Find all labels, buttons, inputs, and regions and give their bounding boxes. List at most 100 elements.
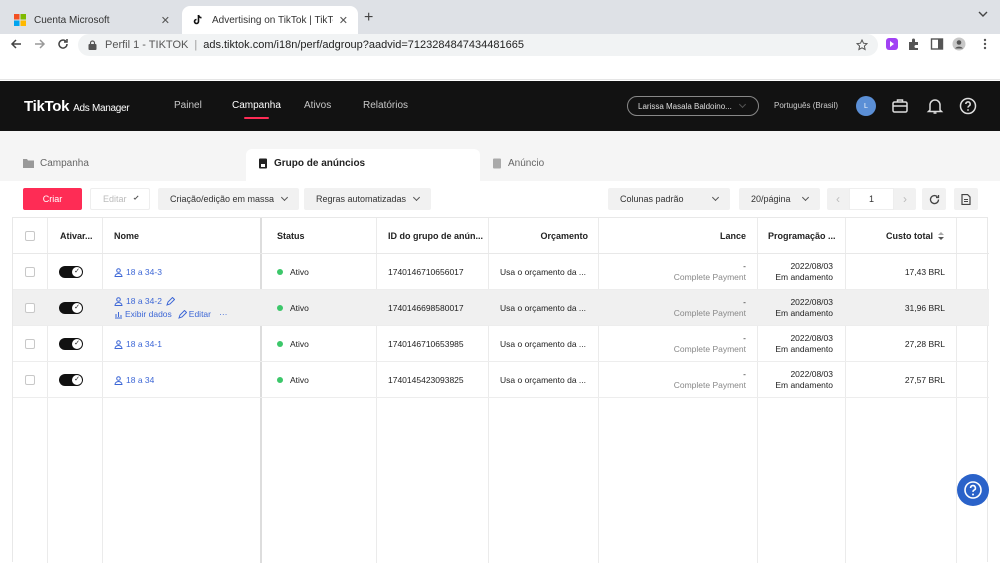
header-schedule[interactable]: Programação ...: [768, 218, 836, 254]
browser-tab-bar: Cuenta Microsoft ✕ Advertising on TikTok…: [0, 0, 1000, 34]
row-checkbox[interactable]: [25, 339, 35, 349]
close-icon[interactable]: ✕: [161, 14, 170, 27]
help-chat-button[interactable]: [957, 474, 989, 506]
help-circle-icon[interactable]: [959, 97, 977, 115]
automated-rules-dropdown[interactable]: Regras automatizadas: [304, 188, 432, 210]
active-status-dot: [277, 341, 283, 347]
adgroup-name-link[interactable]: 18 a 34-2: [126, 295, 162, 308]
tab-campanha[interactable]: Campanha: [23, 149, 89, 181]
header-budget[interactable]: Orçamento: [488, 218, 588, 254]
ads-manager-header: TikTok Ads Manager Painel Campanha Ativos…: [0, 81, 1000, 131]
chart-icon: [115, 312, 122, 319]
tab-grupo-de-anuncios[interactable]: Grupo de anúncios: [246, 149, 480, 181]
more-actions-button[interactable]: ···: [219, 308, 228, 321]
side-panel-icon[interactable]: [930, 37, 944, 51]
url-text: ads.tiktok.com/i18n/perf/adgroup?aadvid=…: [203, 39, 524, 51]
lock-icon: [88, 40, 97, 50]
status-toggle[interactable]: [59, 338, 83, 350]
omnibox[interactable]: Perfil 1 - TIKTOK | ads.tiktok.com/i18n/…: [78, 34, 878, 56]
status-text: Ativo: [290, 339, 309, 349]
forward-arrow-icon[interactable]: [34, 38, 46, 50]
bookmark-star-icon[interactable]: [856, 39, 868, 51]
edit-button[interactable]: Editar: [90, 188, 150, 210]
table-row[interactable]: 18 a 34-2 Exibir dados Editar ··· Ativo 17…: [13, 290, 989, 326]
language-selector[interactable]: Português (Brasil): [774, 101, 838, 110]
status-toggle[interactable]: [59, 374, 83, 386]
logo-subtext: Ads Manager: [73, 103, 130, 114]
adgroup-id: 1740146710656017: [388, 267, 464, 277]
active-status-dot: [277, 305, 283, 311]
tab-label: Anúncio: [508, 158, 545, 169]
browser-tab-label: Cuenta Microsoft: [34, 14, 110, 26]
header-total-cost[interactable]: Custo total: [845, 218, 945, 254]
header-name[interactable]: Nome: [114, 218, 139, 254]
reload-icon[interactable]: [57, 38, 69, 50]
view-data-link[interactable]: Exibir dados: [125, 308, 172, 321]
nav-ativos[interactable]: Ativos: [304, 100, 331, 111]
create-button[interactable]: Criar: [23, 188, 82, 210]
nav-relatorios[interactable]: Relatórios: [363, 100, 408, 111]
table-row[interactable]: 18 a 34-1 Ativo 1740146710653985 Usa o o…: [13, 326, 989, 362]
status-toggle[interactable]: [59, 302, 83, 314]
schedule-status: Em andamento: [775, 380, 833, 390]
header-status[interactable]: Status: [277, 218, 305, 254]
rules-label: Regras automatizadas: [316, 194, 407, 204]
pagination: ‹ 1 ›: [827, 188, 916, 210]
select-all-checkbox[interactable]: [25, 231, 35, 241]
extension-purple-icon[interactable]: [885, 37, 899, 51]
edit-icon: [177, 310, 187, 319]
logo-text: TikTok: [24, 98, 70, 115]
prev-page-button[interactable]: ‹: [827, 192, 849, 206]
briefcase-icon[interactable]: [891, 97, 909, 115]
users-icon: [114, 297, 123, 306]
row-checkbox[interactable]: [25, 267, 35, 277]
columns-dropdown[interactable]: Colunas padrão: [608, 188, 730, 210]
tab-label: Grupo de anúncios: [274, 158, 366, 169]
adgroup-name-link[interactable]: 18 a 34: [126, 375, 154, 385]
close-icon[interactable]: ✕: [339, 14, 348, 27]
tiktok-logo-icon: [193, 14, 202, 25]
status-toggle[interactable]: [59, 266, 83, 278]
nav-painel[interactable]: Painel: [174, 100, 202, 111]
header-toggle[interactable]: Ativar...: [60, 218, 93, 254]
back-arrow-icon[interactable]: [10, 38, 22, 50]
adgroup-name-link[interactable]: 18 a 34-1: [126, 339, 162, 349]
profile-label: Perfil 1 - TIKTOK: [105, 39, 189, 51]
browser-tab-tiktok[interactable]: Advertising on TikTok | TikTok A ✕: [182, 6, 358, 34]
bulk-edit-dropdown[interactable]: Criação/edição em massa: [158, 188, 300, 210]
bell-icon[interactable]: [926, 97, 944, 115]
menu-kebab-icon[interactable]: [978, 37, 992, 51]
tab-label: Campanha: [40, 158, 89, 169]
new-tab-button[interactable]: +: [364, 9, 373, 27]
per-page-dropdown[interactable]: 20/página: [739, 188, 820, 210]
account-selector[interactable]: Larissa Masala Baldoino...: [627, 96, 759, 116]
nav-campanha[interactable]: Campanha: [232, 100, 281, 119]
adgroup-name-link[interactable]: 18 a 34-3: [126, 267, 162, 277]
refresh-button[interactable]: [922, 188, 946, 210]
next-page-button[interactable]: ›: [894, 192, 916, 206]
header-bid[interactable]: Lance: [598, 218, 746, 254]
edit-label: Editar: [103, 194, 127, 204]
budget-text: Usa o orçamento da ...: [500, 339, 586, 349]
tab-anuncio[interactable]: Anúncio: [492, 149, 544, 181]
total-cost: 31,96 BRL: [904, 303, 945, 313]
extensions-puzzle-icon[interactable]: [907, 37, 921, 51]
edit-link[interactable]: Editar: [189, 308, 211, 321]
export-button[interactable]: [954, 188, 978, 210]
table-row[interactable]: 18 a 34 Ativo 1740145423093825 Usa o orç…: [13, 362, 989, 398]
browser-tab-microsoft[interactable]: Cuenta Microsoft ✕: [4, 6, 180, 34]
page-number-input[interactable]: 1: [849, 188, 894, 210]
users-icon: [114, 375, 123, 385]
avatar[interactable]: L: [856, 96, 876, 116]
columns-label: Colunas padrão: [620, 194, 684, 204]
pencil-icon[interactable]: [166, 297, 175, 306]
row-checkbox[interactable]: [25, 375, 35, 385]
row-checkbox[interactable]: [25, 303, 35, 313]
table-row[interactable]: 18 a 34-3 Ativo 1740146710656017 Usa o o…: [13, 254, 989, 290]
tab-search-chevron-icon[interactable]: [978, 10, 988, 18]
header-adgroup-id[interactable]: ID do grupo de anún...: [388, 218, 483, 254]
schedule-date: 2022/08/03: [790, 297, 833, 307]
ad-icon: [493, 158, 501, 169]
tiktok-ads-logo[interactable]: TikTok Ads Manager: [24, 98, 130, 115]
profile-avatar-icon[interactable]: [952, 37, 966, 51]
